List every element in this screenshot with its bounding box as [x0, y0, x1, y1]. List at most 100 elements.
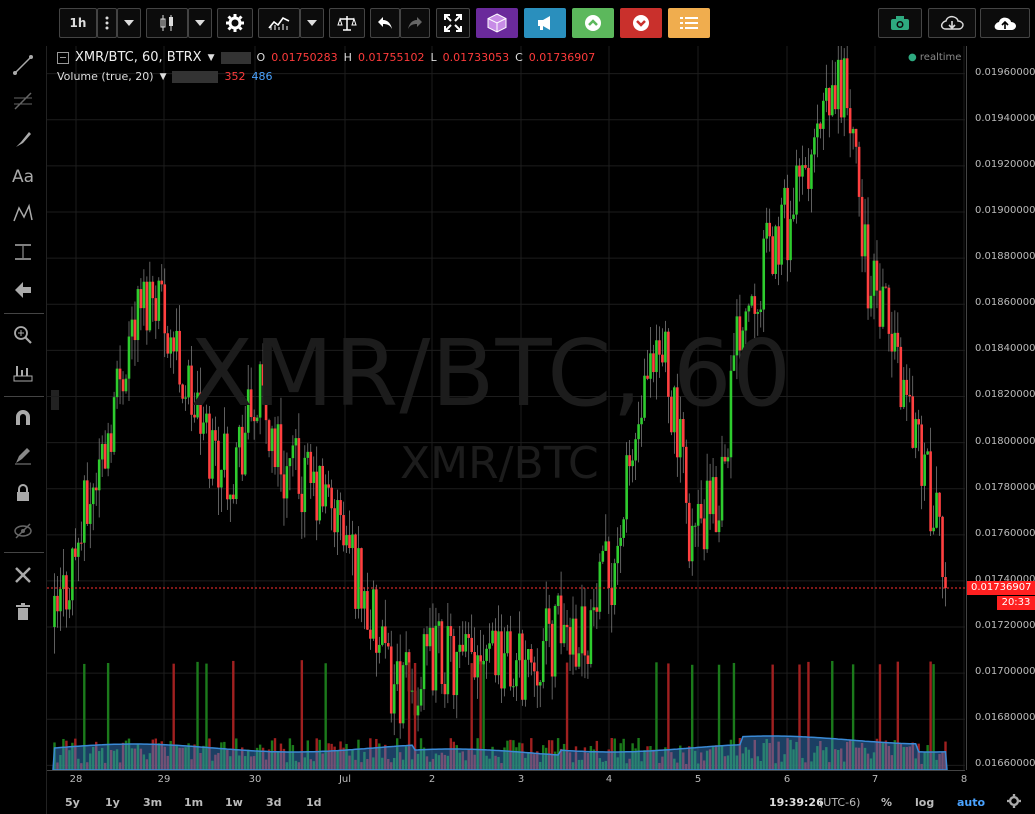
- candle-body: [139, 289, 143, 309]
- fullscreen-icon[interactable]: [436, 8, 470, 38]
- candle-body: [294, 438, 298, 446]
- volume-dropdown-icon[interactable]: ▼: [160, 72, 167, 82]
- text-tool-icon[interactable]: Aa: [5, 162, 41, 192]
- trend-line-icon[interactable]: [5, 50, 41, 80]
- log-toggle[interactable]: log: [915, 796, 934, 809]
- cloud-download-icon[interactable]: [928, 8, 976, 38]
- candle-body: [807, 167, 810, 189]
- candles-icon[interactable]: [146, 8, 188, 38]
- candle-body: [220, 469, 223, 488]
- candle-body: [339, 500, 342, 516]
- candle-body: [127, 336, 131, 379]
- hide-drawings-icon[interactable]: [5, 516, 41, 546]
- time-axis[interactable]: 28 29 30 Jul 2 3 4 5 6 7 8: [47, 770, 967, 791]
- candle-body: [109, 433, 113, 452]
- range-1d[interactable]: 1d: [306, 796, 322, 809]
- volume-label[interactable]: Volume (true, 20): [57, 70, 154, 83]
- pattern-icon[interactable]: [5, 199, 41, 229]
- candle-body: [506, 631, 509, 654]
- range-3m[interactable]: 3m: [143, 796, 162, 809]
- compare-scale-icon[interactable]: [329, 8, 365, 38]
- candle-body: [94, 487, 98, 491]
- chart-legend: XMR/BTC, 60, BTRX ▼ O 0.01750283 H 0.017…: [57, 50, 595, 83]
- candle-body: [71, 548, 74, 601]
- tools-icon[interactable]: [5, 560, 41, 590]
- magnet-icon[interactable]: [5, 403, 41, 433]
- candle-body: [839, 59, 843, 118]
- indicators-dropdown-icon[interactable]: [300, 8, 324, 38]
- candle-body: [869, 295, 873, 309]
- candle-body: [363, 591, 366, 609]
- candle-body: [53, 595, 56, 628]
- interval-button[interactable]: 1h: [59, 8, 97, 38]
- clock: 19:39:26: [769, 796, 824, 809]
- candle-body: [926, 451, 929, 455]
- list-icon[interactable]: [668, 8, 710, 38]
- megaphone-icon[interactable]: [524, 8, 566, 38]
- candle-body: [568, 627, 572, 655]
- candle-body: [845, 58, 849, 109]
- cloud-upload-icon[interactable]: [980, 8, 1030, 38]
- auto-toggle[interactable]: auto: [957, 796, 985, 809]
- volume-settings-icon[interactable]: [172, 70, 219, 83]
- indicators-icon[interactable]: [258, 8, 300, 38]
- series-settings-icon[interactable]: [220, 51, 251, 64]
- collapse-legend-icon[interactable]: [57, 51, 69, 64]
- candle-body: [792, 214, 795, 220]
- range-1m[interactable]: 1m: [184, 796, 203, 809]
- candle-body: [318, 465, 322, 521]
- buy-arrow-up-icon[interactable]: [572, 8, 614, 38]
- trash-icon[interactable]: [5, 597, 41, 627]
- cube-icon[interactable]: [476, 8, 518, 38]
- fib-retracement-icon[interactable]: [5, 86, 41, 116]
- chart-type-dropdown-icon[interactable]: [188, 8, 212, 38]
- candle-body: [759, 309, 763, 313]
- settings-gear-icon[interactable]: [217, 8, 253, 38]
- candle-body: [154, 298, 158, 321]
- symbol-dropdown-icon[interactable]: ▼: [208, 53, 215, 63]
- candle-body: [240, 426, 244, 475]
- candle-body: [151, 281, 155, 299]
- undo-icon[interactable]: [370, 8, 400, 38]
- candle-body: [726, 457, 730, 462]
- ohlc-l-label: L: [430, 51, 437, 64]
- candle-body: [85, 480, 89, 524]
- stay-in-drawing-icon[interactable]: [5, 440, 41, 470]
- zoom-in-icon[interactable]: [5, 320, 41, 350]
- candle-body: [780, 204, 783, 265]
- time-tick-label: 4: [605, 774, 613, 785]
- candle-body: [604, 541, 608, 551]
- measure-ruler-icon[interactable]: [5, 358, 41, 388]
- sell-arrow-down-icon[interactable]: [620, 8, 662, 38]
- range-3d[interactable]: 3d: [266, 796, 282, 809]
- timezone[interactable]: (UTC-6): [819, 796, 860, 809]
- candle-body: [428, 627, 432, 647]
- measure-icon[interactable]: [5, 237, 41, 267]
- candle-body: [914, 419, 918, 448]
- candle-body: [601, 550, 605, 562]
- candle-body: [628, 455, 631, 467]
- symbol-label[interactable]: XMR/BTC, 60, BTRX: [75, 50, 202, 65]
- candle-body: [833, 85, 837, 110]
- candle-body: [521, 633, 524, 700]
- candle-body: [464, 634, 468, 652]
- candle-body: [723, 456, 727, 462]
- range-1w[interactable]: 1w: [225, 796, 243, 809]
- camera-icon[interactable]: [878, 8, 922, 38]
- range-5y[interactable]: 5y: [65, 796, 80, 809]
- arrow-left-icon[interactable]: [5, 275, 41, 305]
- range-1y[interactable]: 1y: [105, 796, 120, 809]
- brush-icon[interactable]: [5, 124, 41, 154]
- bottom-settings-gear-icon[interactable]: [1007, 794, 1021, 811]
- interval-dropdown-icon[interactable]: [117, 8, 141, 38]
- price-tick-label: 0.01680000: [975, 712, 1035, 724]
- redo-icon[interactable]: [400, 8, 430, 38]
- lock-icon[interactable]: [5, 478, 41, 508]
- candle-body: [148, 281, 152, 331]
- candle-body: [911, 396, 915, 448]
- price-axis[interactable]: 0.01960000 0.01940000 0.01920000 0.01900000…: [966, 46, 1035, 770]
- bottom-toolbar: 5y 1y 3m 1m 1w 3d 1d 19:39:26 (UTC-6) % …: [47, 791, 1035, 814]
- interval-more-icon[interactable]: [97, 8, 117, 38]
- percent-toggle[interactable]: %: [881, 796, 892, 809]
- candle-body: [452, 636, 456, 696]
